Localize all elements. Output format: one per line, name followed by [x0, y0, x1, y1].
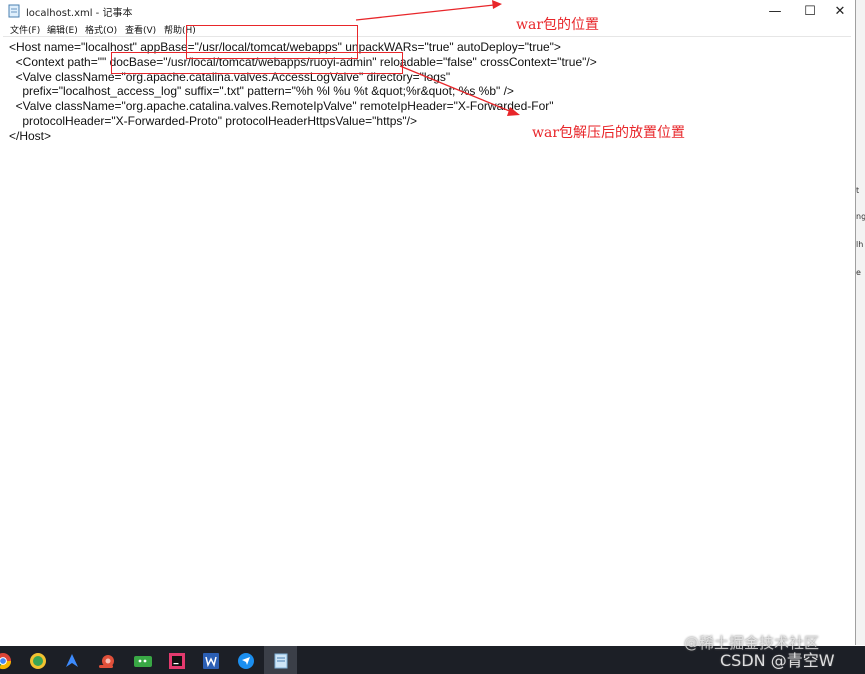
text-editor[interactable]: <Host name="localhost" appBase="/usr/loc… [3, 36, 851, 645]
menu-file[interactable]: 文件(F) [10, 23, 40, 36]
browser-icon[interactable] [27, 650, 49, 672]
menu-edit[interactable]: 编辑(E) [47, 23, 78, 36]
feishu-icon[interactable] [61, 650, 83, 672]
window-title: localhost.xml - 记事本 [26, 8, 133, 19]
annotation-box-docbase [111, 52, 403, 74]
maximize-button[interactable]: ☐ [793, 0, 827, 22]
background-window-edge [856, 0, 865, 645]
close-button[interactable]: ✕ [823, 0, 857, 22]
background-text: t [856, 186, 860, 195]
menu-view[interactable]: 查看(V) [125, 23, 156, 36]
background-text: e [856, 268, 861, 277]
dingtalk-icon[interactable] [235, 650, 257, 672]
menu-format[interactable]: 格式(O) [85, 23, 117, 36]
notepad-icon [8, 4, 20, 18]
annotation-extract-location: war包解压后的放置位置 [532, 125, 686, 141]
minimize-button[interactable]: — [758, 0, 792, 22]
notepad-window: localhost.xml - 记事本 — ☐ ✕ 文件(F) 编辑(E) 格式… [0, 0, 856, 645]
snail-icon[interactable] [96, 650, 118, 672]
chrome-icon[interactable] [0, 650, 14, 672]
intellij-icon[interactable] [166, 650, 188, 672]
word-icon[interactable] [200, 650, 222, 672]
notepad-taskbar-icon[interactable] [270, 650, 292, 672]
annotation-war-location: war包的位置 [516, 17, 600, 33]
watermark-csdn: CSDN @青空W [720, 651, 835, 670]
background-text: ng [856, 212, 865, 221]
wechat-icon[interactable] [132, 650, 154, 672]
menu-bar: 文件(F) 编辑(E) 格式(O) 查看(V) 帮助(H) [0, 22, 855, 36]
title-bar: localhost.xml - 记事本 — ☐ ✕ [0, 0, 855, 22]
background-text: lh [856, 240, 864, 249]
